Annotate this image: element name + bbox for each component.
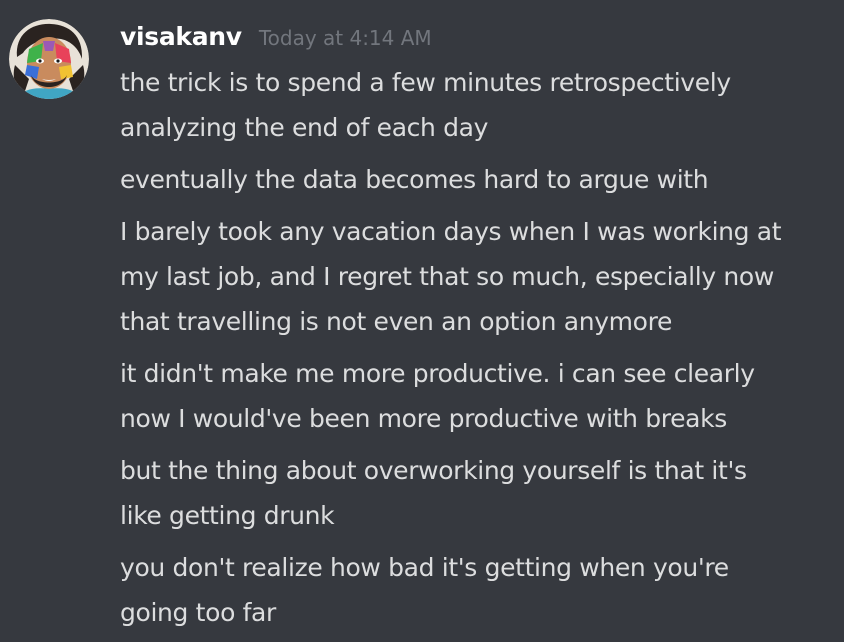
message-text-line: you don't realize how bad it's getting w…: [120, 553, 729, 582]
message-text-line: I barely took any vacation days when I w…: [120, 217, 782, 246]
message-text-line: going too far: [120, 598, 276, 627]
message-header: visakanv Today at 4:14 AM: [120, 22, 432, 58]
message-item[interactable]: eventually the data becomes hard to argu…: [120, 157, 842, 202]
message-text-line: my last job, and I regret that so much, …: [120, 262, 774, 291]
message-text-line: it didn't make me more productive. i can…: [120, 359, 755, 388]
avatar-portrait-icon: [9, 19, 89, 99]
message-text-line: like getting drunk: [120, 501, 335, 530]
message-text-line: that travelling is not even an option an…: [120, 307, 673, 336]
author-username[interactable]: visakanv: [120, 22, 242, 51]
user-avatar[interactable]: [9, 19, 89, 99]
message-text-line: now I would've been more productive with…: [120, 404, 727, 433]
message-item[interactable]: it didn't make me more productive. i can…: [120, 351, 842, 441]
message-item[interactable]: but the thing about overworking yourself…: [120, 448, 842, 538]
message-group: visakanv Today at 4:14 AM the trick is t…: [0, 0, 844, 642]
message-list: the trick is to spend a few minutes retr…: [120, 60, 842, 642]
message-text-line: eventually the data becomes hard to argu…: [120, 165, 709, 194]
message-text-line: but the thing about overworking yourself…: [120, 456, 747, 485]
message-text-line: the trick is to spend a few minutes retr…: [120, 68, 731, 97]
message-item[interactable]: I barely took any vacation days when I w…: [120, 209, 842, 344]
message-item[interactable]: the trick is to spend a few minutes retr…: [120, 60, 842, 150]
message-item[interactable]: you don't realize how bad it's getting w…: [120, 545, 842, 635]
message-text-line: analyzing the end of each day: [120, 113, 489, 142]
message-timestamp[interactable]: Today at 4:14 AM: [259, 26, 432, 50]
